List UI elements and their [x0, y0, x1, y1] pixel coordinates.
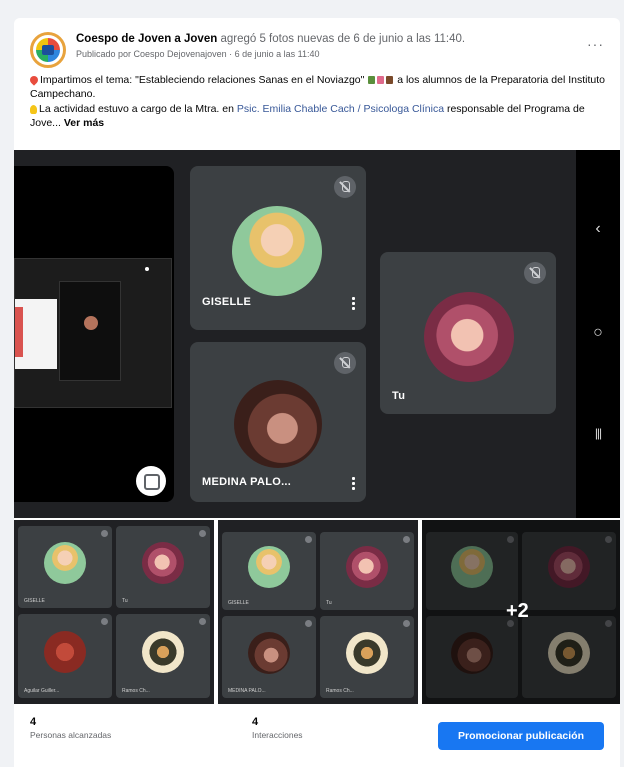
- post-action: agregó 5 fotos nuevas de 6 de junio a la…: [217, 33, 466, 45]
- participant-tile-medina: MEDINA PALO...: [190, 342, 366, 502]
- mini-label: Ramos Ch...: [326, 688, 354, 694]
- post-line-2: La actividad estuvo a cargo de la Mtra. …: [30, 103, 608, 130]
- thumbnail-1[interactable]: GISELLE Tu Aguilar Guiller... Ramos Ch..…: [14, 520, 214, 704]
- mini-label: GISELLE: [228, 600, 249, 606]
- avatar: [44, 542, 86, 584]
- mini-label: Aguilar Guiller...: [24, 688, 60, 694]
- mini-label: Tu: [122, 598, 128, 604]
- home-circle-icon: ○: [593, 324, 603, 341]
- avatar: [424, 292, 514, 382]
- interactions-label: Interacciones: [252, 730, 303, 740]
- more-vert-icon: [352, 476, 355, 490]
- emoji-icon: [368, 76, 376, 85]
- screen-share-tile: [14, 166, 174, 502]
- post-line-1: Impartimos el tema: "Estableciendo relac…: [28, 74, 608, 101]
- recents-icon: |||: [594, 426, 602, 440]
- logo-book-icon: [42, 45, 54, 55]
- avatar: [142, 542, 184, 584]
- mic-off-icon: [334, 176, 356, 198]
- reach-count: 4: [30, 716, 37, 728]
- mini-tile: MEDINA PALO...: [222, 616, 316, 698]
- mic-off-icon: [403, 536, 410, 543]
- mic-off-icon: [524, 262, 546, 284]
- mini-tile: Ramos Ch...: [320, 616, 414, 698]
- thumbnail-2[interactable]: GISELLE Tu MEDINA PALO... Ramos Ch...: [218, 520, 418, 704]
- mini-label: Ramos Ch...: [122, 688, 150, 694]
- avatar: [346, 632, 388, 674]
- mini-tile: GISELLE: [18, 526, 112, 608]
- interactions-count: 4: [252, 716, 259, 728]
- avatar: [346, 546, 388, 588]
- reach-label: Personas alcanzadas: [30, 730, 112, 740]
- mic-off-icon: [199, 618, 206, 625]
- post-header-text: Coespo de Joven a Joven agregó 5 fotos n…: [76, 32, 564, 47]
- shared-window: [59, 281, 121, 381]
- shared-document: [15, 299, 57, 369]
- mini-tile: GISELLE: [222, 532, 316, 610]
- page-avatar[interactable]: [30, 32, 66, 68]
- avatar: [142, 631, 184, 673]
- avatar: [234, 380, 322, 468]
- avatar: [248, 546, 290, 588]
- mini-label: Tu: [326, 600, 332, 606]
- more-vert-icon: [352, 296, 355, 310]
- post-header: Coespo de Joven a Joven agregó 5 fotos n…: [30, 30, 604, 70]
- see-more-link[interactable]: Ver más: [64, 117, 104, 129]
- mini-tile: Tu: [320, 532, 414, 610]
- more-options-button[interactable]: ···: [587, 36, 604, 52]
- participant-tile-giselle: GISELLE: [190, 166, 366, 330]
- mic-off-icon: [334, 352, 356, 374]
- mic-off-icon: [101, 530, 108, 537]
- mic-off-icon: [305, 536, 312, 543]
- participant-name: Tu: [392, 390, 406, 402]
- photo-thumbnails: GISELLE Tu Aguilar Guiller... Ramos Ch..…: [14, 520, 620, 704]
- mini-label: GISELLE: [24, 598, 45, 604]
- post-footer: 4 Personas alcanzadas 4 Interacciones Pr…: [14, 708, 620, 767]
- android-nav-bar: ‹ ○ |||: [576, 150, 620, 518]
- fit-screen-icon: [136, 466, 166, 496]
- emoji-icon: [377, 76, 385, 85]
- post-body: Impartimos el tema: "Estableciendo relac…: [28, 74, 608, 132]
- author-name[interactable]: Coespo de Joven a Joven: [76, 33, 217, 45]
- thumbnail-3[interactable]: +2: [422, 520, 620, 704]
- emoji-icon: [386, 76, 394, 85]
- avatar: [248, 632, 290, 674]
- main-photo[interactable]: GISELLE MEDINA PALO... Tu ‹ ○ |||: [14, 150, 620, 518]
- shared-screen: [14, 258, 172, 408]
- mini-tile: Tu: [116, 526, 210, 608]
- avatar: [44, 631, 86, 673]
- dot-icon: [145, 267, 149, 271]
- post-line-2-start: La actividad estuvo a cargo de la Mtra. …: [39, 103, 237, 115]
- avatar: [232, 206, 322, 296]
- participant-name: GISELLE: [202, 296, 252, 308]
- mini-label: MEDINA PALO...: [228, 688, 266, 694]
- chevron-left-icon: ‹: [595, 220, 601, 237]
- bulb-icon: [30, 104, 37, 114]
- more-photos-count[interactable]: +2: [506, 600, 529, 623]
- mini-tile: Aguilar Guiller...: [18, 614, 112, 698]
- participant-tile-tu: Tu: [380, 252, 556, 414]
- interactions-stat[interactable]: 4 Interacciones: [252, 716, 303, 740]
- mini-tile: Ramos Ch...: [116, 614, 210, 698]
- mic-off-icon: [199, 530, 206, 537]
- shared-face: [84, 316, 98, 330]
- pin-icon: [28, 74, 40, 86]
- published-by[interactable]: Publicado por Coespo Dejovenajoven · 6 d…: [76, 49, 320, 59]
- mic-off-icon: [101, 618, 108, 625]
- mic-off-icon: [403, 620, 410, 627]
- participant-name: MEDINA PALO...: [202, 476, 292, 488]
- mic-off-icon: [305, 620, 312, 627]
- promote-post-button[interactable]: Promocionar publicación: [438, 722, 604, 750]
- reach-stat[interactable]: 4 Personas alcanzadas: [30, 716, 111, 740]
- mention-link[interactable]: Psic. Emilia Chable Cach / Psicologa Clí…: [237, 103, 444, 115]
- post-card: Coespo de Joven a Joven agregó 5 fotos n…: [14, 18, 620, 767]
- post-line-1-text: Impartimos el tema: "Estableciendo relac…: [40, 74, 365, 86]
